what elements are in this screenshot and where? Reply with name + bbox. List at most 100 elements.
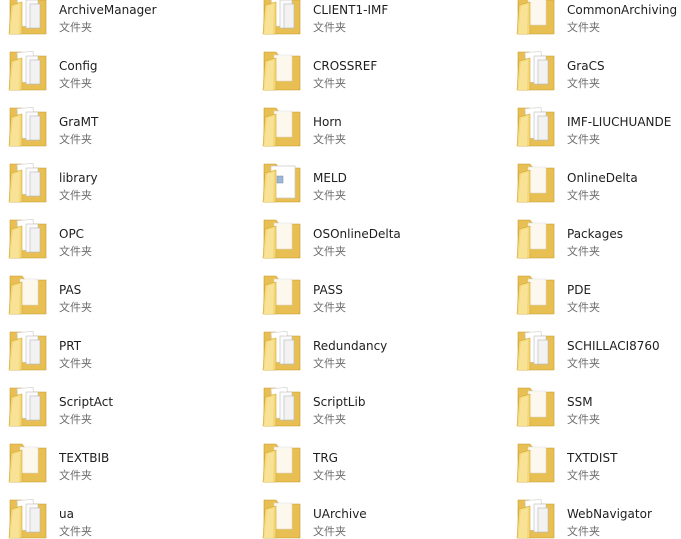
folder-type: 文件夹	[313, 525, 346, 538]
folder-item[interactable]: PDE 文件夹	[508, 263, 681, 319]
folder-name: OSOnlineDelta	[313, 227, 401, 241]
folder-type: 文件夹	[59, 525, 92, 538]
file-grid: ArchiveManager 文件夹 CLIENT1-IMF 文件夹 CommonA…	[0, 0, 681, 539]
folder-item[interactable]: WebNavigator 文件夹	[508, 487, 681, 539]
folder-item[interactable]: ua 文件夹	[0, 487, 254, 539]
folder-type: 文件夹	[567, 525, 600, 538]
folder-type: 文件夹	[567, 245, 600, 258]
folder-item[interactable]: Packages 文件夹	[508, 207, 681, 263]
folder-type: 文件夹	[313, 357, 346, 370]
folder-name: TXTDIST	[567, 451, 618, 465]
folder-name: ua	[59, 507, 74, 521]
folder-item[interactable]: SSM 文件夹	[508, 375, 681, 431]
folder-name: SCHILLACI8760	[567, 339, 660, 353]
folder-name: WebNavigator	[567, 507, 652, 521]
folder-type: 文件夹	[567, 357, 600, 370]
folder-icon	[8, 102, 48, 150]
folder-name: library	[59, 171, 98, 185]
folder-type: 文件夹	[59, 301, 92, 314]
folder-item[interactable]: library 文件夹	[0, 151, 254, 207]
folder-type: 文件夹	[59, 133, 92, 146]
folder-type: 文件夹	[567, 133, 600, 146]
folder-icon	[516, 46, 556, 94]
folder-name: CROSSREF	[313, 59, 378, 73]
folder-icon	[8, 382, 48, 430]
folder-type: 文件夹	[313, 413, 346, 426]
folder-item[interactable]: PAS 文件夹	[0, 263, 254, 319]
folder-name: PASS	[313, 283, 343, 297]
folder-type: 文件夹	[567, 413, 600, 426]
folder-item[interactable]: GraCS 文件夹	[508, 39, 681, 95]
folder-item[interactable]: TXTDIST 文件夹	[508, 431, 681, 487]
folder-icon	[516, 158, 556, 206]
folder-item[interactable]: OSOnlineDelta 文件夹	[254, 207, 508, 263]
folder-item[interactable]: MELD 文件夹	[254, 151, 508, 207]
folder-type: 文件夹	[59, 77, 92, 90]
folder-name: OPC	[59, 227, 85, 241]
folder-type: 文件夹	[59, 469, 92, 482]
folder-name: TEXTBIB	[59, 451, 110, 465]
folder-type: 文件夹	[567, 21, 600, 34]
folder-type: 文件夹	[313, 301, 346, 314]
folder-name: Horn	[313, 115, 342, 129]
folder-item[interactable]: PASS 文件夹	[254, 263, 508, 319]
folder-name: IMF-LIUCHUANDE	[567, 115, 672, 129]
folder-name: OnlineDelta	[567, 171, 638, 185]
folder-item[interactable]: OnlineDelta 文件夹	[508, 151, 681, 207]
folder-icon	[516, 326, 556, 374]
folder-item[interactable]: Config 文件夹	[0, 39, 254, 95]
folder-item[interactable]: OPC 文件夹	[0, 207, 254, 263]
folder-icon	[262, 382, 302, 430]
folder-item[interactable]: GraMT 文件夹	[0, 95, 254, 151]
folder-type: 文件夹	[313, 77, 346, 90]
folder-icon	[516, 214, 556, 262]
folder-type: 文件夹	[313, 189, 346, 202]
folder-item[interactable]: IMF-LIUCHUANDE 文件夹	[508, 95, 681, 151]
folder-item[interactable]: CommonArchiving 文件夹	[508, 0, 681, 39]
folder-icon	[8, 46, 48, 94]
folder-icon	[262, 438, 302, 486]
folder-icon	[516, 494, 556, 539]
folder-name: ArchiveManager	[59, 3, 157, 17]
folder-icon	[262, 326, 302, 374]
folder-type: 文件夹	[313, 21, 346, 34]
folder-icon	[262, 494, 302, 539]
folder-item[interactable]: TRG 文件夹	[254, 431, 508, 487]
folder-name: CLIENT1-IMF	[313, 3, 389, 17]
folder-item[interactable]: PRT 文件夹	[0, 319, 254, 375]
folder-name: PRT	[59, 339, 82, 353]
folder-type: 文件夹	[567, 77, 600, 90]
folder-icon	[8, 0, 48, 38]
folder-name: Packages	[567, 227, 623, 241]
file-list-pane: ArchiveManager 文件夹 CLIENT1-IMF 文件夹 CommonA…	[0, 0, 681, 539]
folder-item[interactable]: ScriptLib 文件夹	[254, 375, 508, 431]
folder-item[interactable]: CLIENT1-IMF 文件夹	[254, 0, 508, 39]
folder-icon	[516, 0, 556, 38]
folder-name: TRG	[313, 451, 338, 465]
folder-name: Redundancy	[313, 339, 388, 353]
folder-icon	[262, 214, 302, 262]
folder-name: MELD	[313, 171, 347, 185]
folder-icon	[8, 158, 48, 206]
folder-item[interactable]: CROSSREF 文件夹	[254, 39, 508, 95]
folder-icon	[516, 102, 556, 150]
folder-type: 文件夹	[313, 469, 346, 482]
folder-item[interactable]: Redundancy 文件夹	[254, 319, 508, 375]
folder-type: 文件夹	[313, 245, 346, 258]
folder-name: Config	[59, 59, 98, 73]
folder-name: ScriptLib	[313, 395, 366, 409]
folder-icon	[262, 0, 302, 38]
folder-item[interactable]: Horn 文件夹	[254, 95, 508, 151]
folder-icon	[262, 158, 302, 206]
folder-icon	[8, 438, 48, 486]
folder-item[interactable]: UArchive 文件夹	[254, 487, 508, 539]
folder-icon	[8, 494, 48, 539]
folder-item[interactable]: ScriptAct 文件夹	[0, 375, 254, 431]
folder-item[interactable]: SCHILLACI8760 文件夹	[508, 319, 681, 375]
folder-name: UArchive	[313, 507, 367, 521]
folder-icon	[516, 270, 556, 318]
folder-icon	[8, 270, 48, 318]
folder-icon	[8, 326, 48, 374]
folder-item[interactable]: ArchiveManager 文件夹	[0, 0, 254, 39]
folder-item[interactable]: TEXTBIB 文件夹	[0, 431, 254, 487]
